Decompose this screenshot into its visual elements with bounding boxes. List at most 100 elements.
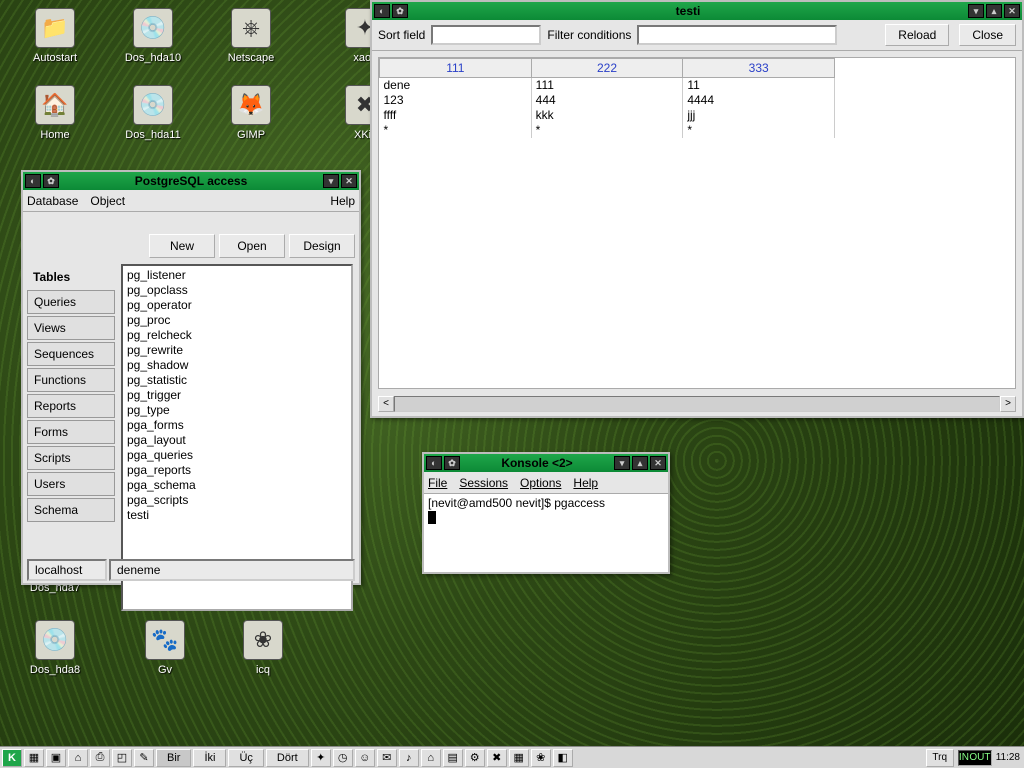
keyboard-layout[interactable]: Trq [926,749,954,767]
sysmenu-icon[interactable]: ◐ [25,174,41,188]
clock[interactable]: 11:28 [996,752,1020,763]
tab-queries[interactable]: Queries [27,290,115,314]
list-item[interactable]: pg_relcheck [125,328,349,343]
cell[interactable]: 123 [380,93,532,108]
cell[interactable]: * [531,123,683,138]
menu-sessions[interactable]: Sessions [459,476,508,490]
list-item[interactable]: pg_type [125,403,349,418]
list-item[interactable]: pga_forms [125,418,349,433]
cell[interactable]: dene [380,78,532,93]
open-button[interactable]: Open [219,234,285,258]
desktop-icon-dos_hda10[interactable]: 💿Dos_hda10 [118,8,188,64]
list-item[interactable]: testi [125,508,349,523]
taskbar-icon[interactable]: ⌂ [68,749,88,767]
tray-icon[interactable]: ◧ [553,749,573,767]
tables-tab-header[interactable]: Tables [27,266,115,288]
reload-button[interactable]: Reload [885,24,949,46]
desktop-icon-home[interactable]: 🏠Home [20,85,90,141]
list-item[interactable]: pg_operator [125,298,349,313]
tab-schema[interactable]: Schema [27,498,115,522]
close-icon[interactable]: ✕ [650,456,666,470]
column-header[interactable]: 333 [683,59,835,78]
close-icon[interactable]: ✕ [1004,4,1020,18]
design-button[interactable]: Design [289,234,355,258]
desktop-icon-netscape[interactable]: ⎈Netscape [216,8,286,64]
horizontal-scrollbar[interactable]: < > [378,396,1016,412]
minimize-icon[interactable]: ▾ [968,4,984,18]
desktop-icon-gimp[interactable]: 🦊GIMP [216,85,286,141]
pgaccess-titlebar[interactable]: ◐ ✿ PostgreSQL access ▾ ✕ [23,172,359,190]
data-grid[interactable]: 111222333 dene111111234444444ffffkkkjjj*… [379,58,835,138]
desktop-icon-dos_hda8[interactable]: 💿Dos_hda8 [20,620,90,676]
tray-icon[interactable]: ◷ [333,749,353,767]
cell[interactable]: jjj [683,108,835,123]
tab-sequences[interactable]: Sequences [27,342,115,366]
list-item[interactable]: pga_schema [125,478,349,493]
taskbar-icon[interactable]: ▦ [24,749,44,767]
sysmenu-icon[interactable]: ◐ [374,4,390,18]
tab-reports[interactable]: Reports [27,394,115,418]
sysmenu-icon[interactable]: ◐ [426,456,442,470]
cell[interactable]: * [380,123,532,138]
tab-forms[interactable]: Forms [27,420,115,444]
tab-views[interactable]: Views [27,316,115,340]
list-item[interactable]: pga_layout [125,433,349,448]
tray-icon[interactable]: ✦ [311,749,331,767]
list-item[interactable]: pg_proc [125,313,349,328]
desktop-icon-autostart[interactable]: 📁Autostart [20,8,90,64]
table-row[interactable]: *** [380,123,835,138]
desktop-switch-4[interactable]: Dört [266,749,309,767]
terminal-area[interactable]: [nevit@amd500 nevit]$ pgaccess [424,494,668,572]
scroll-track[interactable] [394,396,1000,412]
menu-help[interactable]: Help [330,194,355,208]
network-monitor[interactable]: IN OUT [958,750,992,766]
list-item[interactable]: pg_shadow [125,358,349,373]
filter-input[interactable] [637,25,837,45]
tray-icon[interactable]: ▤ [443,749,463,767]
new-button[interactable]: New [149,234,215,258]
tray-icon[interactable]: ✉ [377,749,397,767]
list-item[interactable]: pga_reports [125,463,349,478]
list-item[interactable]: pg_listener [125,268,349,283]
desktop-icon-gv[interactable]: 🐾Gv [130,620,200,676]
menu-help[interactable]: Help [573,476,598,490]
tray-icon[interactable]: ❀ [531,749,551,767]
tray-icon[interactable]: ⌂ [421,749,441,767]
taskbar-icon[interactable]: ✎ [134,749,154,767]
desktop-switch-1[interactable]: Bir [156,749,191,767]
cell[interactable]: kkk [531,108,683,123]
scroll-left-icon[interactable]: < [378,396,394,412]
menu-object[interactable]: Object [90,194,125,208]
menu-database[interactable]: Database [27,194,78,208]
sticky-icon[interactable]: ✿ [444,456,460,470]
tab-scripts[interactable]: Scripts [27,446,115,470]
cell[interactable]: 4444 [683,93,835,108]
cell[interactable]: * [683,123,835,138]
k-menu-button[interactable]: K [2,749,22,767]
list-item[interactable]: pg_rewrite [125,343,349,358]
sort-field-input[interactable] [431,25,541,45]
minimize-icon[interactable]: ▾ [323,174,339,188]
list-item[interactable]: pga_scripts [125,493,349,508]
list-item[interactable]: pg_trigger [125,388,349,403]
list-item[interactable]: pga_queries [125,448,349,463]
menu-file[interactable]: File [428,476,447,490]
list-item[interactable]: pg_opclass [125,283,349,298]
desktop-switch-3[interactable]: Üç [228,749,263,767]
column-header[interactable]: 111 [380,59,532,78]
maximize-icon[interactable]: ▴ [632,456,648,470]
tray-icon[interactable]: ♪ [399,749,419,767]
tray-icon[interactable]: ☺ [355,749,375,767]
menu-options[interactable]: Options [520,476,561,490]
table-row[interactable]: dene11111 [380,78,835,93]
cell[interactable]: 444 [531,93,683,108]
cell[interactable]: 11 [683,78,835,93]
minimize-icon[interactable]: ▾ [614,456,630,470]
cell[interactable]: ffff [380,108,532,123]
testi-titlebar[interactable]: ◐ ✿ testi ▾ ▴ ✕ [372,2,1022,20]
sticky-icon[interactable]: ✿ [392,4,408,18]
column-header[interactable]: 222 [531,59,683,78]
taskbar-icon[interactable]: ⎙ [90,749,110,767]
tab-users[interactable]: Users [27,472,115,496]
table-row[interactable]: ffffkkkjjj [380,108,835,123]
